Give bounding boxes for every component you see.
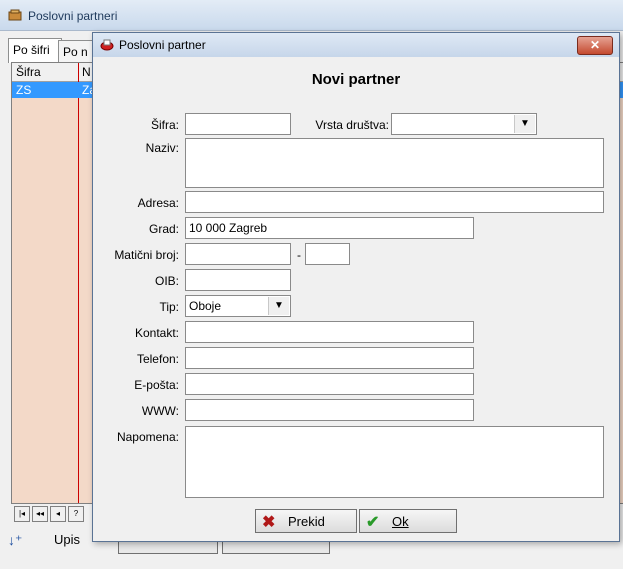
vrsta-drustva-select[interactable]: ▼ (391, 113, 537, 135)
maticni-broj-suffix-input[interactable] (305, 243, 350, 265)
tip-label: Tip: (159, 300, 179, 314)
eposta-label: E-pošta: (134, 378, 179, 392)
grid-header-sifra[interactable]: Šifra (16, 65, 41, 79)
sifra-input[interactable] (185, 113, 291, 135)
telefon-input[interactable] (185, 347, 474, 369)
kontakt-input[interactable] (185, 321, 474, 343)
dialog-titlebar: Poslovni partner ✕ (93, 33, 619, 57)
upis-button[interactable]: Upis (54, 532, 80, 547)
app-icon (8, 9, 22, 21)
cancel-x-icon: ✖ (262, 514, 276, 531)
prekid-button[interactable]: ✖ Prekid (255, 509, 357, 533)
adresa-label: Adresa: (137, 196, 179, 210)
tab-po-sifri[interactable]: Po šifri (8, 38, 62, 63)
tip-value: Oboje (189, 299, 222, 313)
background-titlebar: Poslovni partneri (0, 0, 623, 31)
maticni-broj-separator: - (297, 248, 301, 262)
ok-button[interactable]: ✔ Ok (359, 509, 457, 533)
oib-input[interactable] (185, 269, 291, 291)
nav-first-button[interactable]: |◂ (14, 506, 30, 522)
nav-prev-button[interactable]: ◂ (50, 506, 66, 522)
telefon-label: Telefon: (136, 352, 179, 366)
partner-dialog: Poslovni partner ✕ Novi partner Šifra: V… (92, 32, 620, 542)
maticni-broj-label: Matični broj: (114, 248, 179, 262)
nav-help-button[interactable]: ? (68, 506, 84, 522)
oib-label: OIB: (154, 274, 179, 288)
grid-cell-sifra: ZS (16, 83, 32, 97)
dialog-heading: Novi partner (311, 71, 401, 88)
tip-select[interactable]: Oboje ▼ (185, 295, 291, 317)
adresa-input[interactable] (185, 191, 604, 213)
grid-header-naziv[interactable]: N (82, 65, 91, 79)
maticni-broj-input[interactable] (185, 243, 291, 265)
www-label: WWW: (141, 404, 179, 418)
naziv-label: Naziv: (145, 141, 179, 155)
close-button[interactable]: ✕ (577, 36, 613, 55)
grad-input[interactable]: 10 000 Zagreb (185, 217, 474, 239)
arrow-down-plus-icon: ↓⁺ (8, 532, 23, 548)
nav-prev-page-button[interactable]: ◂◂ (32, 506, 48, 522)
napomena-label: Napomena: (116, 430, 179, 444)
ok-label: Ok (392, 514, 409, 529)
chevron-down-icon[interactable]: ▼ (268, 297, 289, 315)
www-input[interactable] (185, 399, 474, 421)
eposta-input[interactable] (185, 373, 474, 395)
naziv-textarea[interactable] (185, 138, 604, 188)
grad-value: 10 000 Zagreb (189, 221, 268, 235)
grid-column-separator (78, 63, 79, 503)
vrsta-drustva-label: Vrsta društva: (315, 118, 389, 132)
dialog-title: Poslovni partner (119, 38, 206, 52)
checkmark-icon: ✔ (366, 514, 380, 531)
napomena-textarea[interactable] (185, 426, 604, 498)
grad-label: Grad: (148, 222, 179, 236)
background-window-title: Poslovni partneri (28, 9, 118, 23)
chevron-down-icon[interactable]: ▼ (514, 115, 535, 133)
prekid-label: Prekid (288, 514, 325, 529)
sifra-label: Šifra: (150, 118, 179, 132)
partner-icon (100, 39, 114, 51)
kontakt-label: Kontakt: (134, 326, 179, 340)
